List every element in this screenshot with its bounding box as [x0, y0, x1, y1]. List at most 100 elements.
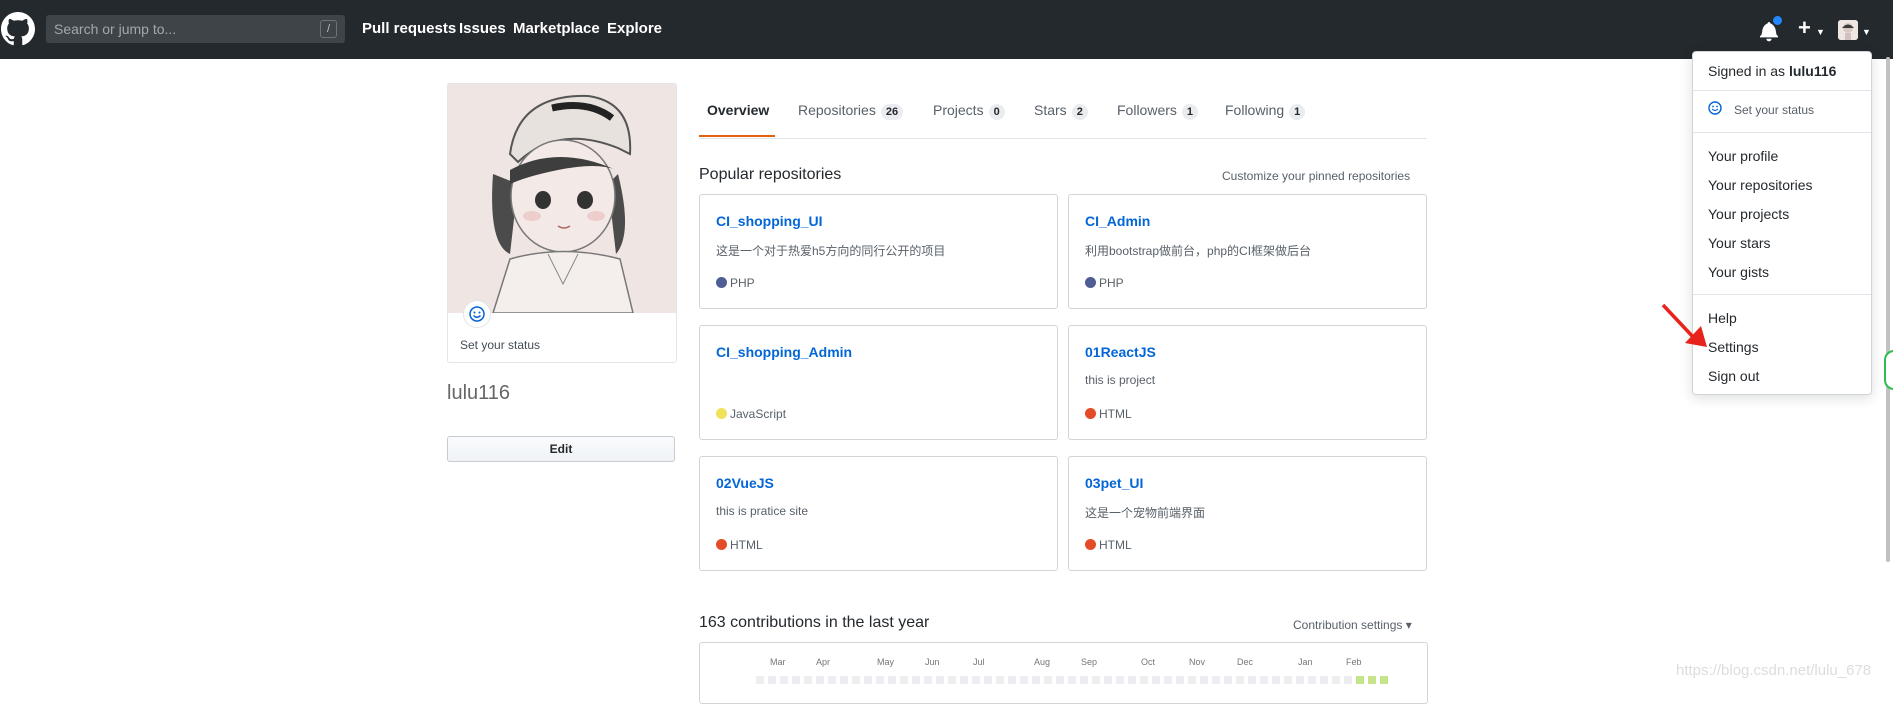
menu-your-stars[interactable]: Your stars	[1708, 235, 1771, 251]
contribution-cell	[960, 676, 968, 684]
contribution-cell	[1056, 676, 1064, 684]
tab-repositories[interactable]: Repositories 26	[798, 102, 904, 120]
month-label: Feb	[1346, 657, 1362, 667]
repo-description: 这是一个对于热爱h5方向的同行公开的项目	[716, 244, 946, 258]
contributions-title: 163 contributions in the last year	[699, 614, 930, 631]
avatar-thumbnail-icon	[1838, 20, 1858, 40]
language-label: PHP	[730, 276, 755, 290]
menu-set-status[interactable]: Set your status	[1734, 103, 1814, 117]
repo-link[interactable]: CI_Admin	[1085, 213, 1150, 229]
contribution-cell	[780, 676, 788, 684]
repo-link[interactable]: CI_shopping_Admin	[716, 344, 852, 360]
menu-your-projects[interactable]: Your projects	[1708, 206, 1789, 222]
contribution-settings-dropdown[interactable]: Contribution settings ▾	[1293, 618, 1412, 632]
contribution-cell	[864, 676, 872, 684]
customize-pinned-link[interactable]: Customize your pinned repositories	[1222, 169, 1410, 183]
repo-link[interactable]: 02VueJS	[716, 475, 774, 491]
contribution-cell	[948, 676, 956, 684]
menu-sign-out[interactable]: Sign out	[1708, 368, 1759, 384]
red-arrow-icon	[1661, 303, 1707, 347]
repo-card: 03pet_UI 这是一个宠物前端界面 HTML	[1068, 456, 1427, 571]
contribution-cell	[1164, 676, 1172, 684]
repo-language: PHP	[716, 276, 755, 290]
month-label: Oct	[1141, 657, 1156, 667]
menu-help[interactable]: Help	[1708, 310, 1737, 326]
month-label: Mar	[770, 657, 786, 667]
month-label: Aug	[1034, 657, 1051, 667]
nav-issues[interactable]: Issues	[459, 20, 506, 37]
month-label: Jan	[1298, 657, 1313, 667]
language-label: HTML	[1099, 407, 1132, 421]
language-color-dot	[716, 408, 727, 419]
plus-caret-icon[interactable]: ▼	[1816, 27, 1825, 37]
repo-card: 02VueJS this is pratice site HTML	[699, 456, 1058, 571]
month-label: Sep	[1081, 657, 1098, 667]
repo-link[interactable]: 03pet_UI	[1085, 475, 1143, 491]
contribution-cell	[1176, 676, 1184, 684]
repo-card: CI_shopping_Admin JavaScript	[699, 325, 1058, 440]
tab-projects-label: Projects	[933, 102, 984, 118]
projects-count: 0	[988, 104, 1005, 120]
menu-your-repositories[interactable]: Your repositories	[1708, 177, 1813, 193]
set-status-button[interactable]	[463, 300, 491, 328]
contribution-cell	[1224, 676, 1232, 684]
repo-card: CI_shopping_UI 这是一个对于热爱h5方向的同行公开的项目 PHP	[699, 194, 1058, 309]
contribution-cell	[1188, 676, 1196, 684]
page-scrollbar[interactable]	[1886, 57, 1890, 562]
contribution-cell	[1308, 676, 1316, 684]
user-dropdown-menu: Signed in as lulu116 Set your status You…	[1692, 51, 1872, 395]
user-avatar-menu[interactable]	[1838, 20, 1858, 40]
profile-username: lulu116	[447, 382, 511, 404]
contribution-cell	[972, 676, 980, 684]
unread-notification-dot	[1772, 15, 1783, 26]
contribution-cell	[936, 676, 944, 684]
menu-settings[interactable]: Settings	[1708, 339, 1759, 355]
contribution-cell	[1092, 676, 1100, 684]
menu-your-gists[interactable]: Your gists	[1708, 264, 1769, 280]
contribution-cell	[1080, 676, 1088, 684]
tab-overview[interactable]: Overview	[707, 102, 769, 118]
profile-card: Set your status	[447, 83, 677, 363]
avatar-caret-icon[interactable]: ▼	[1862, 27, 1871, 37]
contribution-cell	[1032, 676, 1040, 684]
floating-widget-button[interactable]	[1884, 350, 1893, 390]
tab-stars[interactable]: Stars 2	[1034, 102, 1088, 120]
tab-followers[interactable]: Followers 1	[1117, 102, 1199, 120]
slash-shortcut-key: /	[320, 20, 337, 38]
contribution-cell	[996, 676, 1004, 684]
contribution-cell	[792, 676, 800, 684]
contribution-cell	[1008, 676, 1016, 684]
menu-your-profile[interactable]: Your profile	[1708, 148, 1778, 164]
profile-avatar-image[interactable]	[448, 84, 676, 313]
search-input[interactable]	[46, 15, 304, 43]
repo-language: PHP	[1085, 276, 1124, 290]
language-color-dot	[1085, 408, 1096, 419]
nav-marketplace[interactable]: Marketplace	[513, 20, 600, 37]
create-new-plus-icon[interactable]: +	[1798, 15, 1811, 41]
tab-following[interactable]: Following 1	[1225, 102, 1306, 120]
contribution-cell	[1128, 676, 1136, 684]
repo-description: 利用bootstrap做前台，php的CI框架做后台	[1085, 244, 1312, 258]
contribution-cell	[1236, 676, 1244, 684]
contribution-cell	[1368, 676, 1376, 684]
contribution-cell	[840, 676, 848, 684]
nav-pull-requests[interactable]: Pull requests	[362, 20, 456, 37]
popular-repos-title: Popular repositories	[699, 166, 842, 183]
contribution-cell	[1284, 676, 1292, 684]
contribution-cell	[900, 676, 908, 684]
repo-description: 这是一个宠物前端界面	[1085, 506, 1206, 520]
active-tab-underline	[699, 135, 775, 137]
contribution-cell	[984, 676, 992, 684]
contribution-cell	[1332, 676, 1340, 684]
nav-explore[interactable]: Explore	[607, 20, 662, 37]
repo-link[interactable]: CI_shopping_UI	[716, 213, 823, 229]
set-status-label[interactable]: Set your status	[460, 338, 540, 352]
edit-profile-button[interactable]: Edit	[447, 436, 675, 462]
contribution-graph: Mar Apr May Jun Jul Aug Sep Oct Nov Dec …	[699, 642, 1428, 704]
tab-projects[interactable]: Projects 0	[933, 102, 1005, 120]
contribution-cell	[1272, 676, 1280, 684]
github-logo-icon[interactable]	[1, 12, 35, 46]
repo-card: 01ReactJS this is project HTML	[1068, 325, 1427, 440]
repo-link[interactable]: 01ReactJS	[1085, 344, 1156, 360]
contribution-cell	[1044, 676, 1052, 684]
